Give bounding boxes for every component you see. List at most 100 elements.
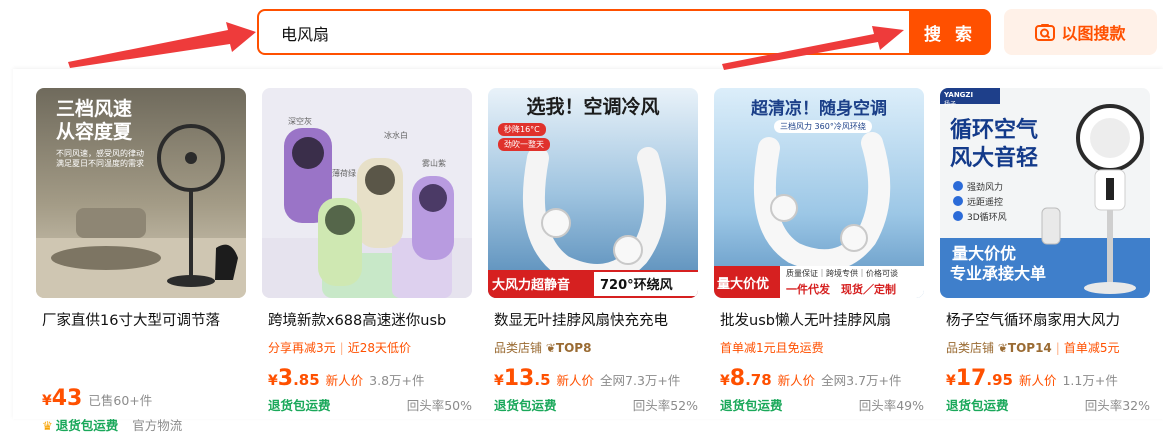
price-row: ¥ 13 .5 新人价 全网7.3万+件 [494, 366, 698, 391]
product-card[interactable]: 三档风速 从容度夏 不同风速，感受风的律动 满足夏日不同温度的需求 厂家直供16… [36, 88, 246, 433]
repurchase-rate: 回头率52% [632, 398, 698, 413]
service-row: 退货包运费 回头率32% [946, 395, 1150, 414]
image-label: 薄荷绿 [332, 169, 356, 178]
price-tag: 新人价 [1018, 373, 1057, 388]
product-image[interactable]: 超清凉！随身空调 三档风力 360°冷风环绕 量大价优 质量保证｜跨境专供｜价格… [714, 88, 924, 298]
sold-count: 全网7.3万+件 [600, 373, 681, 388]
price-tag: 新人价 [777, 373, 816, 388]
search-input[interactable] [279, 11, 883, 55]
price-row: ¥ 8 .78 新人价 全网3.7万+件 [720, 366, 924, 391]
price-decimal: .78 [745, 371, 772, 389]
promo-row: 品类店铺 ❦TOP8 [494, 339, 698, 356]
product-image[interactable]: 深空灰 冰水白 薄荷绿 雾山紫 [262, 88, 472, 298]
feature-label: 远距遥控 [967, 198, 1004, 208]
product-title[interactable]: 数显无叶挂脖风扇快充充电 [494, 309, 698, 330]
image-tag: 三档风力 [780, 122, 812, 131]
store-rank: TOP14 [1007, 341, 1052, 355]
product-title[interactable]: 批发usb懒人无叶挂脖风扇 [720, 309, 924, 330]
sold-count: 全网3.7万+件 [821, 373, 902, 388]
image-caption: 风大音轻 [950, 146, 1039, 171]
product-card[interactable]: 选我！空调冷风 秒降16°C 劲吹一整天 大风力超静音 720°环绕风 数显无叶… [488, 88, 698, 428]
image-caption: 三档风速 [56, 98, 133, 120]
service-row: 退货包运费 回头率49% [720, 395, 924, 414]
crown-icon: ♛ [42, 419, 53, 433]
service-row: ♛ 退货包运费 官方物流 [42, 415, 246, 434]
product-card[interactable]: 深空灰 冰水白 薄荷绿 雾山紫 跨境新款x688高速迷你usb 分享再减3元 | 近… [262, 88, 472, 428]
sold-count: 已售60+件 [88, 393, 153, 408]
brand-logo: YANGZI [944, 91, 974, 99]
image-banner: 质量保证｜跨境专供｜价格可谈 [786, 269, 898, 278]
promo-tag: 首单减5元 [1063, 341, 1120, 355]
logistics-label: 官方物流 [132, 418, 183, 433]
image-badge: 劲吹一整天 [498, 138, 550, 151]
price-decimal: .85 [293, 371, 320, 389]
price: 43 [51, 386, 83, 411]
product-card[interactable]: YANGZI 杨子 循环空气 风大音轻 强劲风力 远距遥控 3D循环风 量大价优… [940, 88, 1150, 428]
image-banner: 量大价优 [717, 277, 770, 292]
repurchase-rate: 回头率50% [406, 398, 472, 413]
repurchase-rate: 回头率32% [1084, 398, 1150, 413]
currency-symbol: ¥ [268, 373, 278, 389]
laurel-icon: ❦ [994, 341, 1008, 355]
product-title[interactable]: 跨境新款x688高速迷你usb [268, 309, 472, 330]
shipping-badge: 退货包运费 [494, 398, 557, 413]
product-card[interactable]: 超清凉！随身空调 三档风力 360°冷风环绕 量大价优 质量保证｜跨境专供｜价格… [714, 88, 924, 428]
sold-count: 1.1万+件 [1062, 373, 1118, 388]
image-caption: 选我！空调冷风 [526, 96, 660, 118]
product-grid: 三档风速 从容度夏 不同风速，感受风的律动 满足夏日不同温度的需求 厂家直供16… [13, 69, 1163, 433]
store-rank: TOP8 [555, 341, 592, 355]
price: 3 [277, 366, 294, 391]
promo-divider: | [1055, 341, 1060, 355]
price-row: ¥ 43 已售60+件 [42, 386, 246, 411]
image-caption: 超清凉！随身空调 [751, 99, 887, 119]
shipping-badge: 退货包运费 [720, 398, 783, 413]
image-badge: 秒降16°C [498, 123, 546, 136]
laurel-icon: ❦ [542, 341, 556, 355]
search-button-label: 搜 索 [924, 24, 976, 45]
price-row: ¥ 3 .85 新人价 3.8万+件 [268, 366, 472, 391]
image-tag: 360°冷风环绕 [814, 122, 866, 131]
search-box[interactable] [257, 9, 909, 55]
service-row: 退货包运费 回头率52% [494, 395, 698, 414]
promo-row: 首单减1元且免运费 [720, 339, 924, 356]
image-caption: 满足夏日不同温度的需求 [56, 159, 144, 168]
image-label: 深空灰 [288, 117, 312, 126]
sold-count: 3.8万+件 [369, 373, 425, 388]
product-title[interactable]: 杨子空气循环扇家用大风力 [946, 309, 1150, 330]
search-header: 搜 索 以图搜款 [0, 0, 1163, 68]
currency-symbol: ¥ [720, 373, 730, 389]
service-row: 退货包运费 回头率50% [268, 395, 472, 414]
promo-row: 分享再减3元 | 近28天低价 [268, 339, 472, 356]
product-image[interactable]: YANGZI 杨子 循环空气 风大音轻 强劲风力 远距遥控 3D循环风 量大价优… [940, 88, 1150, 298]
image-label: 冰水白 [384, 131, 408, 140]
feature-label: 强劲风力 [967, 183, 1004, 193]
price-decimal: .5 [534, 371, 551, 389]
promo-tag: 近28天低价 [347, 341, 411, 355]
currency-symbol: ¥ [494, 373, 504, 389]
image-caption: 从容度夏 [56, 121, 133, 143]
shipping-badge: 退货包运费 [946, 398, 1009, 413]
image-search-label: 以图搜款 [1061, 24, 1126, 43]
repurchase-rate: 回头率49% [858, 398, 924, 413]
store-badge: 品类店铺 [494, 341, 543, 355]
currency-symbol: ¥ [946, 373, 956, 389]
currency-symbol: ¥ [42, 393, 52, 409]
image-label: 雾山紫 [422, 159, 446, 168]
promo-row: 品类店铺 ❦TOP14 | 首单减5元 [946, 339, 1150, 356]
image-banner: 一件代发 现货／定制 [786, 283, 896, 296]
shipping-badge: 退货包运费 [55, 418, 119, 433]
product-image[interactable]: 三档风速 从容度夏 不同风速，感受风的律动 满足夏日不同温度的需求 [36, 88, 246, 298]
price-tag: 新人价 [556, 373, 595, 388]
product-image[interactable]: 选我！空调冷风 秒降16°C 劲吹一整天 大风力超静音 720°环绕风 [488, 88, 698, 298]
brand-logo: 杨子 [944, 101, 957, 108]
search-button[interactable]: 搜 索 [909, 9, 991, 55]
image-banner: 专业承接大单 [950, 264, 1047, 283]
product-title[interactable]: 厂家直供16寸大型可调节落 [42, 309, 246, 330]
promo-tag: 首单减1元且免运费 [720, 341, 824, 355]
image-banner: 大风力超静音 [492, 278, 571, 293]
shipping-badge: 退货包运费 [268, 398, 331, 413]
image-search-button[interactable]: 以图搜款 [1004, 9, 1157, 55]
store-badge: 品类店铺 [946, 341, 995, 355]
price-tag: 新人价 [325, 373, 364, 388]
promo-tag: 分享再减3元 [268, 341, 336, 355]
